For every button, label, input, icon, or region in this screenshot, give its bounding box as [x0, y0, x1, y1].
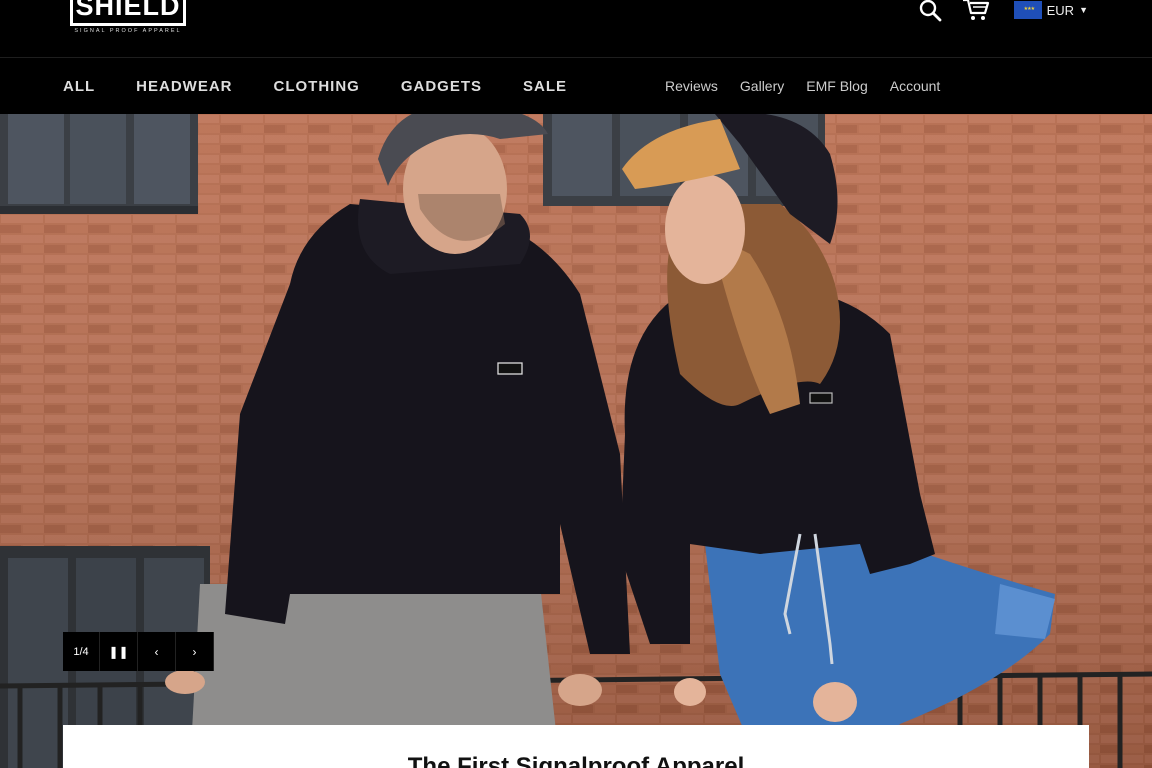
logo-wordmark: SHIELD: [75, 0, 181, 21]
hero-caption-title: The First Signalproof Apparel: [407, 753, 745, 768]
site-header: SHIELD SIGNAL PROOF APPAREL ★★★ EUR ▼: [0, 0, 1152, 58]
pause-icon[interactable]: ❚❚: [100, 632, 138, 671]
hero-slideshow: 1/4 ❚❚ ‹ ›: [0, 114, 1152, 768]
nav-link-reviews[interactable]: Reviews: [665, 78, 718, 94]
hero-caption-card: The First Signalproof Apparel: [63, 725, 1089, 768]
chevron-down-icon: ▼: [1079, 5, 1088, 15]
nav-link-emf-blog[interactable]: EMF Blog: [806, 78, 867, 94]
chevron-right-icon[interactable]: ›: [176, 632, 214, 671]
nav-item-headwear[interactable]: HEADWEAR: [136, 78, 232, 95]
slide-counter: 1/4: [63, 632, 100, 671]
logo-tagline: SIGNAL PROOF APPAREL: [74, 28, 182, 34]
logo-frame: SHIELD: [70, 0, 186, 26]
navigation-bar: ALL HEADWEAR CLOTHING GADGETS SALE Revie…: [0, 58, 1152, 114]
cart-icon[interactable]: [962, 0, 990, 24]
eu-flag-icon: ★★★: [1013, 1, 1042, 19]
chevron-left-icon[interactable]: ‹: [138, 632, 176, 671]
search-icon[interactable]: [916, 0, 944, 24]
shield-logo[interactable]: SHIELD SIGNAL PROOF APPAREL: [68, 0, 188, 40]
nav-link-account[interactable]: Account: [890, 78, 941, 94]
nav-link-gallery[interactable]: Gallery: [740, 78, 784, 94]
nav-item-all[interactable]: ALL: [63, 78, 95, 95]
nav-item-clothing[interactable]: CLOTHING: [274, 78, 360, 95]
currency-code: EUR: [1046, 2, 1075, 18]
nav-item-gadgets[interactable]: GADGETS: [401, 78, 482, 95]
secondary-navigation: Reviews Gallery EMF Blog Account: [665, 58, 962, 114]
main-navigation: ALL HEADWEAR CLOTHING GADGETS SALE: [63, 58, 608, 114]
header-actions: ★★★ EUR ▼: [916, 0, 1088, 26]
nav-item-sale[interactable]: SALE: [523, 78, 567, 95]
currency-selector[interactable]: ★★★ EUR ▼: [1013, 1, 1088, 19]
slideshow-controls: 1/4 ❚❚ ‹ ›: [63, 632, 214, 671]
